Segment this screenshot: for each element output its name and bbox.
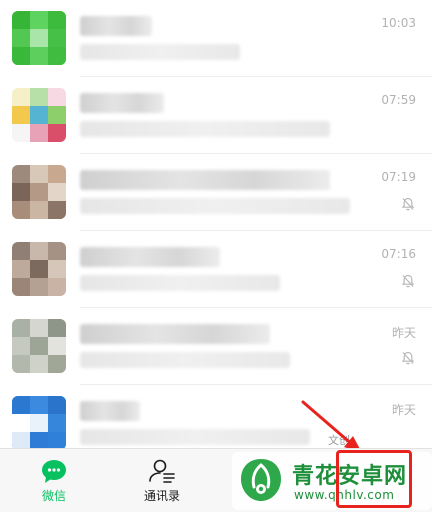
chat-row[interactable]: 昨天 [0, 385, 432, 448]
tab-chats[interactable]: 微信 [0, 449, 108, 512]
contacts-icon [149, 459, 175, 483]
chat-time: 07:59 [381, 93, 416, 107]
message-preview-blurred [80, 198, 350, 214]
mute-bell-icon [401, 274, 415, 288]
avatar [12, 88, 66, 142]
chat-row[interactable]: 07:19 [0, 154, 432, 231]
group-avatar [12, 242, 66, 296]
chat-time: 昨天 [391, 403, 416, 417]
chat-bubble-icon [42, 460, 66, 483]
chat-time: 07:16 [381, 247, 416, 261]
mute-bell-icon [401, 351, 415, 365]
chat-time: 昨天 [391, 326, 416, 340]
message-preview-blurred [80, 275, 280, 291]
contact-name-blurred [80, 401, 140, 421]
message-preview-snippet: 文创 [328, 434, 350, 447]
chat-time: 10:03 [381, 16, 416, 30]
contact-name-blurred [80, 93, 164, 113]
tab-label: 微信 [41, 489, 66, 503]
tab-contacts[interactable]: 通讯录 [108, 449, 216, 512]
watermark-logo-icon [241, 459, 281, 501]
message-preview-blurred [80, 121, 330, 137]
message-preview-blurred [80, 352, 290, 368]
group-avatar [12, 165, 66, 219]
chat-row[interactable]: 昨天 [0, 308, 432, 385]
tab-label: 通讯录 [143, 489, 180, 503]
avatar [12, 396, 66, 448]
wechat-screen: 10:03 07:59 07:19 07:16 昨天 昨天 文创 微信 通讯录 … [0, 0, 432, 512]
message-preview-blurred [80, 429, 310, 445]
chat-row[interactable]: 07:59 [0, 77, 432, 154]
contact-name-blurred [80, 16, 152, 36]
chat-row[interactable]: 10:03 [0, 0, 432, 77]
annotation-highlight-box [336, 450, 412, 508]
contact-name-blurred [80, 324, 270, 344]
mute-bell-icon [401, 197, 415, 211]
chat-row[interactable]: 07:16 [0, 231, 432, 308]
group-avatar [12, 319, 66, 373]
chat-time: 07:19 [381, 170, 416, 184]
contact-name-blurred [80, 247, 220, 267]
avatar [12, 11, 66, 65]
message-preview-blurred [80, 44, 240, 60]
chat-list[interactable]: 10:03 07:59 07:19 07:16 昨天 昨天 [0, 0, 432, 448]
contact-name-blurred [80, 170, 330, 190]
